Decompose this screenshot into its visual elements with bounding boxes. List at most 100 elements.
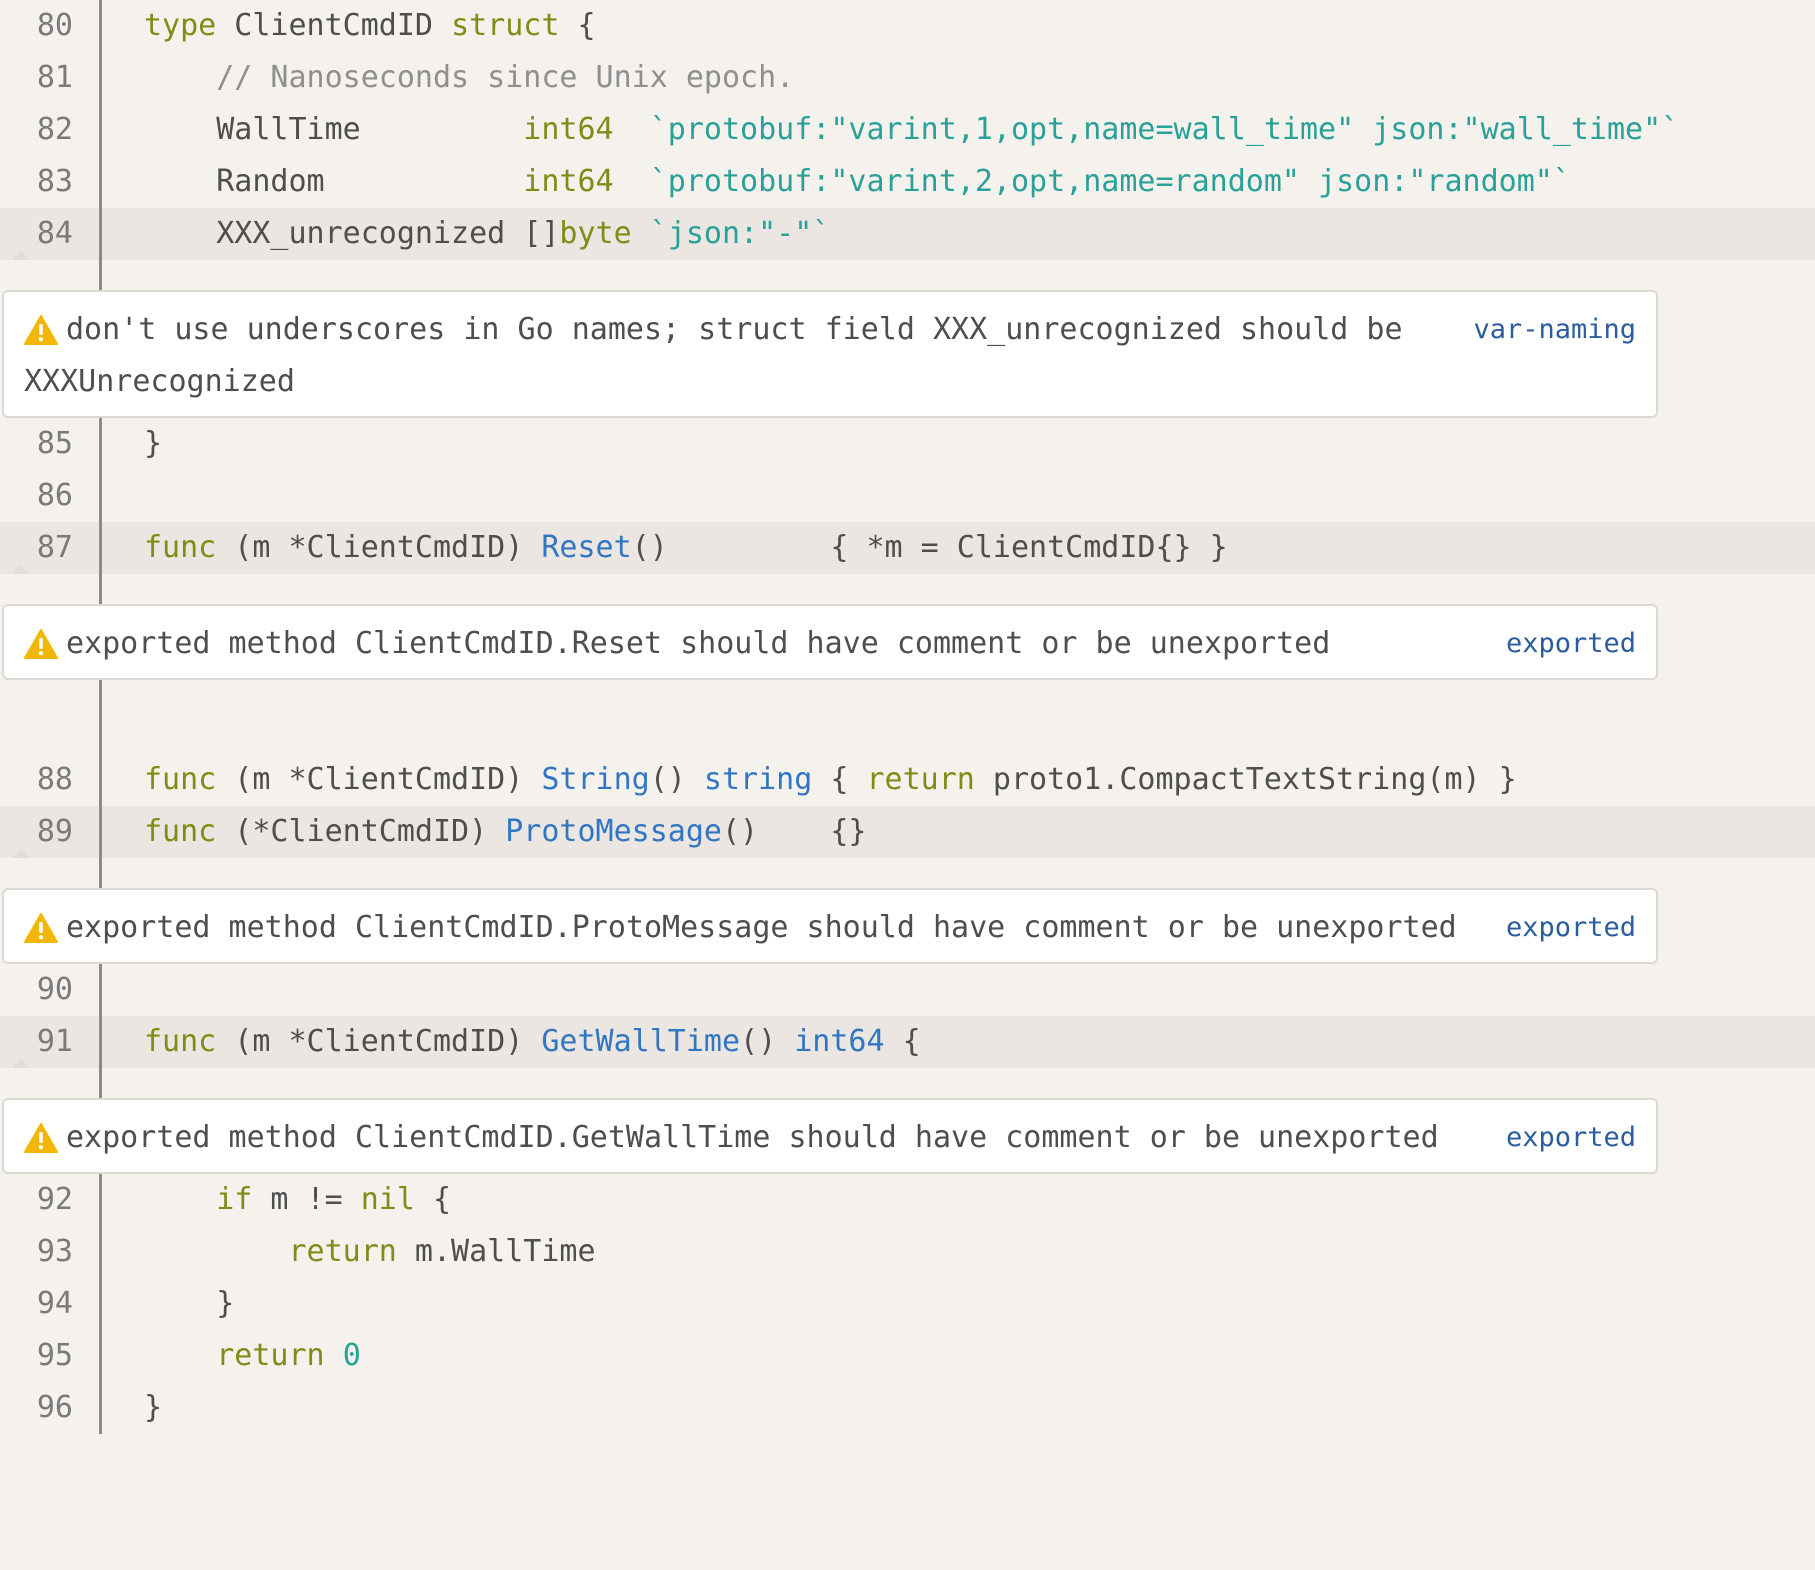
highlighted-code-line[interactable]: 89 func (*ClientCmdID) ProtoMessage() {} bbox=[0, 806, 1815, 858]
highlighted-code-line[interactable]: 91 func (m *ClientCmdID) GetWallTime() in… bbox=[0, 1016, 1815, 1068]
plain-token: ClientCmdID bbox=[216, 8, 452, 43]
code-text: func (m *ClientCmdID) GetWallTime() int6… bbox=[144, 1016, 921, 1068]
lint-warning-card: exported method ClientCmdID.ProtoMessage… bbox=[2, 888, 1658, 964]
code-line: 88 func (m *ClientCmdID) String() string … bbox=[0, 754, 1815, 806]
code-text: } bbox=[144, 418, 162, 470]
string-token: `protobuf:"varint,1,opt,name=wall_time" … bbox=[649, 112, 1680, 147]
keyword-token: return bbox=[288, 1234, 397, 1269]
plain-token: m != bbox=[252, 1182, 361, 1217]
code-line: 96} bbox=[0, 1382, 1815, 1434]
lint-message: exported method ClientCmdID.GetWallTime … bbox=[66, 1120, 1439, 1155]
number-token: 0 bbox=[342, 1338, 361, 1373]
code-line: 92 if m != nil { bbox=[0, 1174, 1815, 1226]
lint-message: exported method ClientCmdID.Reset should… bbox=[66, 626, 1331, 661]
gutter-spacer bbox=[0, 260, 1815, 290]
plain-token: (*ClientCmdID) bbox=[216, 814, 506, 849]
code-line: 94 } bbox=[0, 1278, 1815, 1330]
plain-token: } bbox=[144, 1286, 235, 1321]
lint-rule-link[interactable]: var-naming bbox=[1461, 304, 1636, 356]
keyword-token: return bbox=[216, 1338, 325, 1373]
plain-token: () {} bbox=[721, 814, 867, 849]
line-number: 83 bbox=[0, 156, 102, 208]
plain-token: m.WallTime bbox=[396, 1234, 596, 1269]
code-review-viewer: 80 type ClientCmdID struct { 81 // Nanose… bbox=[0, 0, 1815, 1570]
code-text: func (m *ClientCmdID) Reset() { *m = Cli… bbox=[144, 522, 1228, 574]
code-text: if m != nil { bbox=[144, 1174, 451, 1226]
plain-token: WallTime bbox=[144, 112, 524, 147]
lint-warning-card: exported method ClientCmdID.Reset should… bbox=[2, 604, 1658, 680]
identifier-token: int64 bbox=[794, 1024, 885, 1059]
plain-token: { bbox=[884, 1024, 921, 1059]
plain-token: (m *ClientCmdID) bbox=[216, 762, 542, 797]
keyword-token: type bbox=[144, 8, 217, 43]
plain-token: { bbox=[559, 8, 596, 43]
highlighted-code-line[interactable]: 87 func (m *ClientCmdID) Reset() { *m = C… bbox=[0, 522, 1815, 574]
warning-icon bbox=[24, 304, 66, 356]
plain-token: (m *ClientCmdID) bbox=[216, 530, 542, 565]
string-token: `json:"-"` bbox=[649, 216, 831, 251]
plain-token: (m *ClientCmdID) bbox=[216, 1024, 542, 1059]
plain-token: { bbox=[812, 762, 867, 797]
line-number: 87 bbox=[0, 522, 102, 574]
lint-message: exported method ClientCmdID.ProtoMessage… bbox=[66, 910, 1457, 945]
plain-token: } bbox=[144, 1390, 163, 1425]
keyword-token: func bbox=[144, 530, 217, 565]
code-text: return m.WallTime bbox=[144, 1226, 596, 1278]
code-line: 83 Random int64 `protobuf:"varint,2,opt,… bbox=[0, 156, 1815, 208]
keyword-token: struct bbox=[451, 8, 560, 43]
code-text: func (*ClientCmdID) ProtoMessage() {} bbox=[144, 806, 866, 858]
warning-icon bbox=[24, 902, 66, 954]
line-number: 90 bbox=[0, 964, 102, 1016]
line-number: 92 bbox=[0, 1174, 102, 1226]
identifier-token: GetWallTime bbox=[541, 1024, 741, 1059]
keyword-token: return bbox=[866, 762, 975, 797]
lint-warning-card: don't use underscores in Go names; struc… bbox=[2, 290, 1658, 418]
highlighted-code-line[interactable]: 84 XXX_unrecognized []byte `json:"-"` bbox=[0, 208, 1815, 260]
plain-token: () bbox=[649, 762, 704, 797]
gutter-spacer bbox=[0, 574, 1815, 604]
code-text: XXX_unrecognized []byte `json:"-"` bbox=[144, 208, 830, 260]
code-line: 85} bbox=[0, 418, 1815, 470]
plain-token: () { *m = ClientCmdID{} } bbox=[631, 530, 1228, 565]
lint-rule-link[interactable]: exported bbox=[1493, 902, 1636, 954]
plain-token: XXX_unrecognized [] bbox=[144, 216, 560, 251]
keyword-token: byte bbox=[559, 216, 632, 251]
comment-token: // Nanoseconds since Unix epoch. bbox=[216, 60, 795, 95]
lint-rule-link[interactable]: exported bbox=[1493, 618, 1636, 670]
keyword-token: func bbox=[144, 1024, 217, 1059]
line-number: 91 bbox=[0, 1016, 102, 1068]
lint-rule-link[interactable]: exported bbox=[1493, 1112, 1636, 1164]
code-text: Random int64 `protobuf:"varint,2,opt,nam… bbox=[144, 156, 1571, 208]
code-text: return 0 bbox=[144, 1330, 361, 1382]
line-number: 81 bbox=[0, 52, 102, 104]
code-text: func (m *ClientCmdID) String() string { … bbox=[144, 754, 1517, 806]
warning-icon bbox=[24, 618, 66, 670]
line-number: 89 bbox=[0, 806, 102, 858]
line-number: 96 bbox=[0, 1382, 102, 1434]
code-text: WallTime int64 `protobuf:"varint,1,opt,n… bbox=[144, 104, 1679, 156]
keyword-token: func bbox=[144, 762, 217, 797]
line-number: 82 bbox=[0, 104, 102, 156]
keyword-token: nil bbox=[360, 1182, 415, 1217]
identifier-token: string bbox=[703, 762, 813, 797]
plain-token: Random bbox=[144, 164, 524, 199]
code-text: } bbox=[144, 1278, 234, 1330]
line-number: 88 bbox=[0, 754, 102, 806]
code-line: 86 bbox=[0, 470, 1815, 522]
line-number: 86 bbox=[0, 470, 102, 522]
code-line: 95 return 0 bbox=[0, 1330, 1815, 1382]
code-line: 93 return m.WallTime bbox=[0, 1226, 1815, 1278]
lint-message: don't use underscores in Go names; struc… bbox=[24, 312, 1421, 399]
code-line: 82 WallTime int64 `protobuf:"varint,1,op… bbox=[0, 104, 1815, 156]
code-line: 90 bbox=[0, 964, 1815, 1016]
warning-icon bbox=[24, 1112, 66, 1164]
string-token: `protobuf:"varint,2,opt,name=random" jso… bbox=[649, 164, 1571, 199]
code-line: 81 // Nanoseconds since Unix epoch. bbox=[0, 52, 1815, 104]
code-text: // Nanoseconds since Unix epoch. bbox=[144, 52, 794, 104]
